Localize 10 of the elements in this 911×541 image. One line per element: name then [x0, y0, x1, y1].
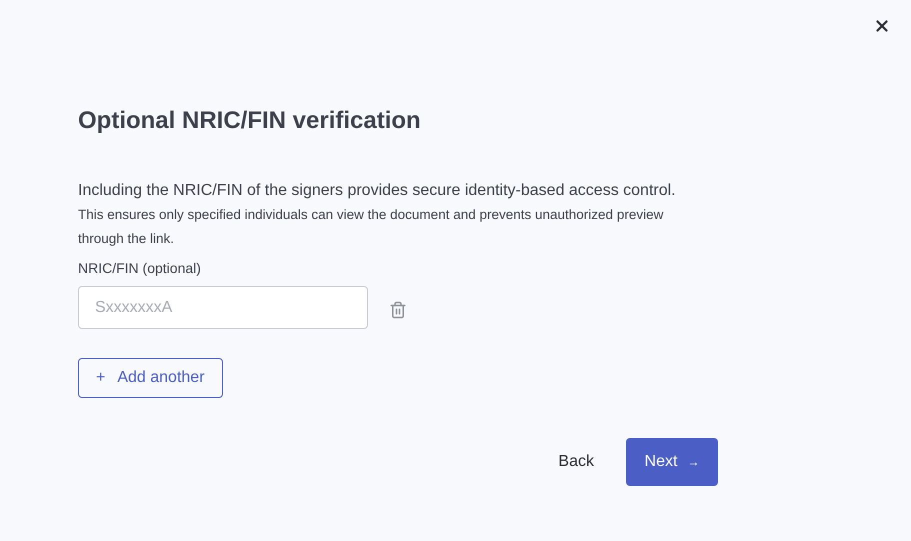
nric-input-field[interactable]: SxxxxxxxA — [78, 286, 368, 329]
add-another-button[interactable]: + Add another — [78, 358, 223, 398]
note-text: This ensures only specified individuals can view the document and prevents unauthorized preview through the link. — [78, 206, 664, 248]
field-label: NRIC/FIN (optional) — [78, 259, 202, 278]
trash-icon — [389, 300, 407, 318]
description-text: Including the NRIC/FIN of the signers provides secure identity-based access control. — [78, 181, 677, 201]
next-button[interactable]: Next → — [626, 438, 718, 486]
delete-button[interactable] — [389, 300, 407, 318]
back-button[interactable]: Back — [556, 446, 596, 478]
dialog-title: Optional NRIC/FIN verification — [78, 106, 422, 136]
